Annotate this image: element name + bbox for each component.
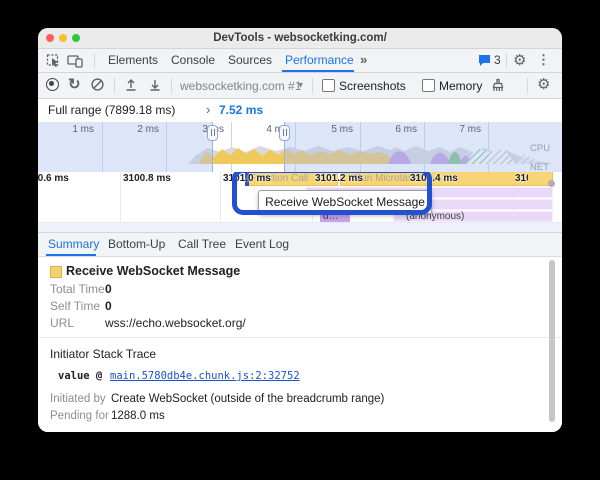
overview-tick-label: 2 ms bbox=[101, 124, 159, 135]
issues-count[interactable]: 3 bbox=[494, 49, 501, 72]
tab-bottom-up[interactable]: Bottom-Up bbox=[108, 233, 165, 256]
capture-settings-gear-icon[interactable]: ⚙ bbox=[537, 73, 550, 98]
summary-scrollbar-thumb[interactable] bbox=[549, 260, 555, 422]
active-detail-tab-underline bbox=[46, 254, 96, 256]
breadcrumb-selection[interactable]: 7.52 ms bbox=[219, 99, 263, 122]
memory-label[interactable]: Memory bbox=[439, 73, 482, 98]
initiated-by-value: Create WebSocket (outside of the breadcr… bbox=[111, 393, 384, 405]
divider bbox=[38, 337, 562, 338]
inspect-element-icon[interactable] bbox=[46, 53, 61, 68]
tab-summary[interactable]: Summary bbox=[48, 233, 99, 256]
summary-row-label: Self Time bbox=[50, 299, 100, 313]
stack-trace-title: Initiator Stack Trace bbox=[50, 347, 156, 361]
selection-handle-right[interactable] bbox=[279, 125, 290, 141]
summary-title: Receive WebSocket Message bbox=[66, 264, 240, 278]
clear-icon[interactable] bbox=[91, 78, 104, 91]
breadcrumb-chevron-icon: › bbox=[206, 99, 210, 122]
profile-select[interactable]: websocketking.com #1 bbox=[180, 73, 301, 98]
window-title: DevTools - websocketking.com/ bbox=[38, 28, 562, 48]
overview-tick-label: 7 ms bbox=[423, 124, 481, 135]
tab-console[interactable]: Console bbox=[171, 49, 215, 72]
pending-for-label: Pending for bbox=[50, 410, 109, 422]
reload-and-record-icon[interactable]: ↻ bbox=[68, 73, 81, 98]
divider bbox=[506, 53, 507, 68]
summary-row-value: 0 bbox=[105, 299, 112, 313]
screenshots-label[interactable]: Screenshots bbox=[339, 73, 406, 98]
timeline-overview[interactable]: 1 ms 2 ms 3 ms 4 ms 5 ms 6 ms 7 ms CPU N… bbox=[38, 122, 562, 173]
annotation-highlight-box bbox=[232, 172, 432, 215]
performance-toolbar: ↻ websocketking.com #1 ▾ Screenshots Mem… bbox=[38, 73, 562, 99]
toggle-device-toolbar-icon[interactable] bbox=[67, 53, 84, 68]
flame-ruler-label: 3100.8 ms bbox=[123, 173, 171, 184]
stack-frame-fn: value @ bbox=[58, 370, 102, 382]
flame-ruler-label: 3101.6 ms bbox=[515, 173, 528, 184]
more-tabs-icon[interactable]: » bbox=[360, 49, 367, 72]
divider bbox=[527, 78, 528, 93]
summary-row-label: URL bbox=[50, 316, 74, 330]
tab-event-log[interactable]: Event Log bbox=[235, 233, 289, 256]
summary-row-value: 0 bbox=[105, 282, 112, 296]
overview-tick-label: 5 ms bbox=[295, 124, 353, 135]
initiated-by-label: Initiated by bbox=[50, 393, 106, 405]
breadcrumb-full-range[interactable]: Full range (7899.18 ms) bbox=[48, 99, 175, 122]
flame-ruler-label: 3100.6 ms bbox=[38, 173, 69, 184]
stack-frame-link[interactable]: main.5780db4e.chunk.js:2:32752 bbox=[110, 370, 300, 382]
event-color-swatch bbox=[50, 266, 62, 278]
cpu-row-label: CPU bbox=[530, 143, 550, 154]
grid-line bbox=[220, 172, 221, 222]
divider bbox=[171, 78, 172, 93]
main-tab-bar: Elements Console Sources Performance » 3… bbox=[38, 49, 562, 73]
tab-sources[interactable]: Sources bbox=[228, 49, 272, 72]
collect-garbage-icon[interactable] bbox=[490, 78, 506, 93]
overview-tick-label: 1 ms bbox=[38, 124, 94, 135]
tab-elements[interactable]: Elements bbox=[108, 49, 158, 72]
divider bbox=[94, 53, 95, 68]
pending-for-value: 1288.0 ms bbox=[111, 410, 165, 422]
summary-row-value: wss://echo.websocket.org/ bbox=[105, 316, 246, 330]
summary-row-label: Total Time bbox=[50, 282, 105, 296]
overview-tick-label: 6 ms bbox=[359, 124, 417, 135]
titlebar: DevTools - websocketking.com/ bbox=[38, 28, 562, 49]
flame-scrollbar-thumb[interactable] bbox=[548, 180, 555, 187]
selection-handle-left[interactable] bbox=[207, 125, 218, 141]
breadcrumb: Full range (7899.18 ms) › 7.52 ms bbox=[38, 99, 562, 123]
summary-pane: Receive WebSocket Message Total Time 0 S… bbox=[38, 257, 562, 432]
detail-tab-bar: Summary Bottom-Up Call Tree Event Log bbox=[38, 232, 562, 257]
settings-gear-icon[interactable]: ⚙ bbox=[513, 49, 526, 72]
tab-performance[interactable]: Performance bbox=[285, 49, 354, 72]
screenshots-checkbox[interactable] bbox=[322, 79, 335, 92]
divider bbox=[312, 78, 313, 93]
screenshot-stage: DevTools - websocketking.com/ Elements C… bbox=[0, 0, 600, 480]
record-button[interactable] bbox=[46, 78, 59, 91]
kebab-menu-icon[interactable]: ⋮ bbox=[537, 49, 550, 72]
memory-checkbox[interactable] bbox=[422, 79, 435, 92]
tab-call-tree[interactable]: Call Tree bbox=[178, 233, 226, 256]
chevron-down-icon[interactable]: ▾ bbox=[298, 73, 303, 98]
save-profile-icon[interactable] bbox=[148, 78, 162, 92]
divider bbox=[114, 78, 115, 93]
load-profile-icon[interactable] bbox=[124, 78, 138, 92]
devtools-window: DevTools - websocketking.com/ Elements C… bbox=[38, 28, 562, 432]
active-tab-underline bbox=[282, 70, 354, 72]
grid-line bbox=[120, 172, 121, 222]
issues-message-icon[interactable] bbox=[478, 54, 491, 67]
